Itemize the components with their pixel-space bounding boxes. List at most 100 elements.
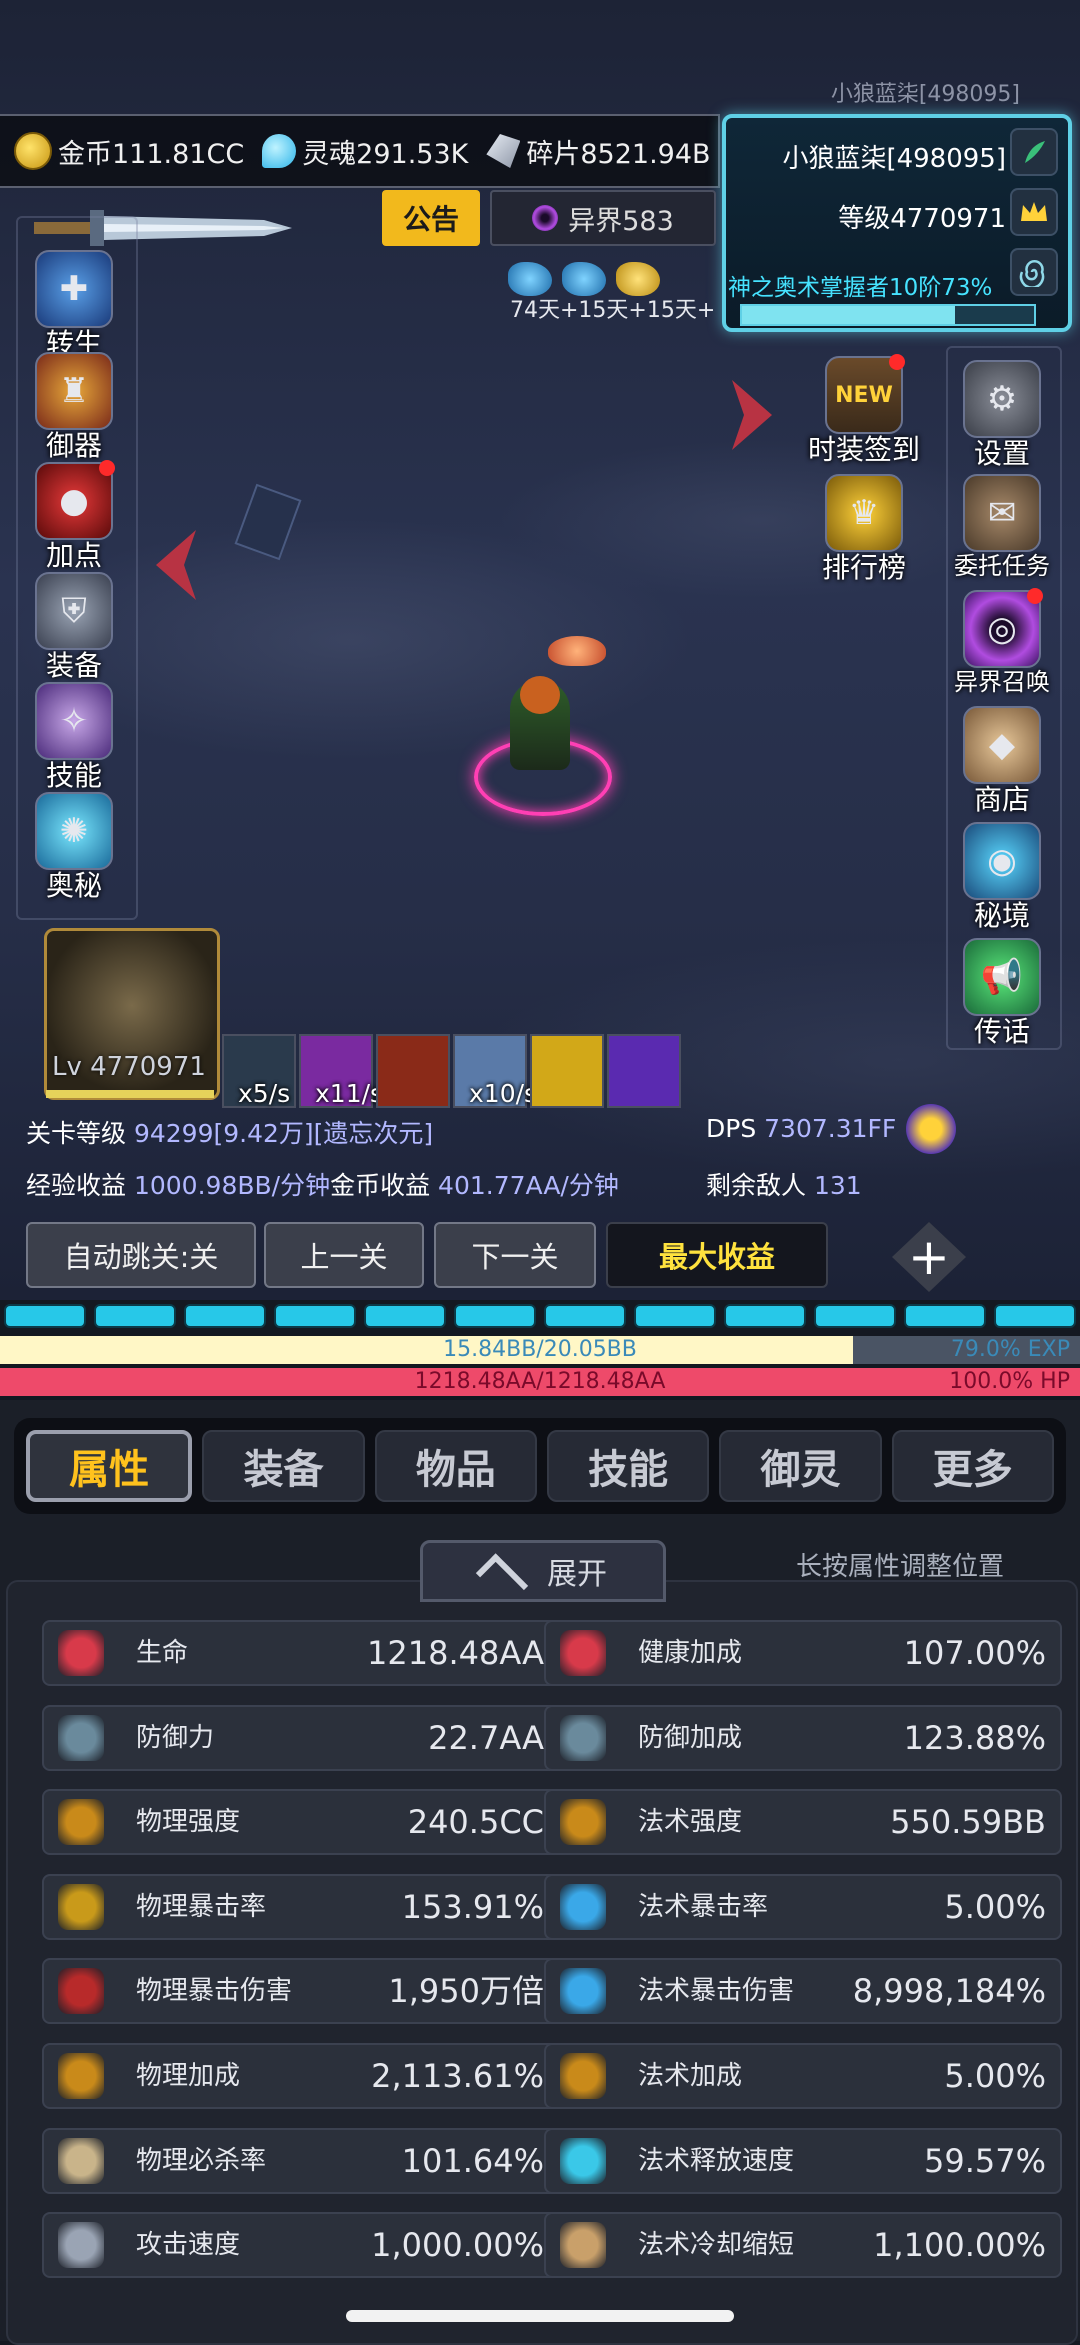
energy-segment [364,1304,446,1328]
prev-stage-button[interactable]: 上一关 [264,1222,424,1288]
menu-skill[interactable]: ✧ 技能 [14,682,134,794]
shield-icon [58,1714,104,1761]
tab-items[interactable]: 物品 [374,1430,537,1502]
menu-leaderboard[interactable]: ♛ 排行榜 [804,474,924,586]
attribute-value: 2,113.61% [371,2057,544,2095]
planet-icon [906,1104,956,1154]
menu-equipment[interactable]: ⛨ 装备 [14,572,134,684]
hp-bar-text: 1218.48AA/1218.48AA [414,1369,666,1394]
tab-equipment[interactable]: 装备 [202,1430,365,1502]
menu-artifact[interactable]: ♜ 御器 [14,352,134,464]
skill-scroll-icon: ✧ [35,682,113,760]
left-attribute-row[interactable]: 生命 1218.48AA [42,1620,560,1686]
otherworld-button[interactable]: 异界583 [490,190,716,246]
right-attribute-row[interactable]: 法术冷却缩短 1,100.00% [544,2212,1062,2279]
skill-1-icon[interactable]: x5/s [222,1034,296,1108]
right-attribute-row[interactable]: 防御加成 123.88% [544,1704,1062,1771]
currency-soul-label: 灵魂291.53K [302,138,469,170]
right-attribute-row[interactable]: 健康加成 107.00% [544,1620,1062,1686]
attribute-name: 物理强度 [136,1807,241,1838]
secret-realm-icon: ◉ [963,822,1041,900]
player-name: 小狼蓝柒[498095] [782,144,1006,174]
expand-button[interactable]: 展开 [420,1540,666,1606]
notice-button[interactable]: 公告 [382,190,480,246]
cooldown-icon [560,2222,606,2269]
attribute-name: 物理必杀率 [136,2145,267,2176]
menu-otherworld-summon[interactable]: ◎ 异界召唤 [942,588,1062,697]
hero-level: Lv 4770971 [52,1052,206,1082]
menu-mystery[interactable]: ✺ 奥秘 [14,792,134,904]
magic-bonus-icon [560,2053,606,2099]
defense-bonus-icon [560,1714,606,1761]
tab-more[interactable]: 更多 [891,1430,1054,1502]
left-attribute-row[interactable]: 物理强度 240.5CC [42,1789,560,1856]
gold-income-value: 401.77AA/分钟 [438,1171,619,1200]
exp-bar-text: 15.84BB/20.05BB [443,1337,637,1362]
attribute-name: 物理加成 [136,2061,241,2091]
currency-shard-label: 碎片8521.94B [526,138,711,170]
right-attribute-row[interactable]: 法术强度 550.59BB [544,1789,1062,1856]
right-attribute-row[interactable]: 法术加成 5.00% [544,2043,1062,2109]
left-attribute-row[interactable]: 物理暴击率 153.91% [42,1873,560,1940]
energy-segment [724,1304,806,1328]
pumpkin-head-icon [520,676,560,714]
skill-6-icon[interactable] [607,1034,681,1108]
remaining-enemies-label: 剩余敌人 [706,1171,807,1200]
tab-spirits[interactable]: 御灵 [719,1430,882,1502]
buff-1-icon [508,262,552,296]
player-panel[interactable]: 小狼蓝柒[498095] 等级4770971 神之奥术掌握者10阶73% [722,114,1072,332]
hero-level-bar [46,1090,214,1098]
next-stage-button[interactable]: 下一关 [434,1222,596,1288]
attribute-name: 健康加成 [638,1638,743,1668]
left-attribute-row[interactable]: 攻击速度 1,000.00% [42,2212,560,2279]
energy-segment [94,1304,176,1328]
soul-icon [262,134,297,168]
dps-value: 7307.31FF [764,1114,897,1143]
notification-dot [1027,588,1043,604]
shard-icon [486,134,521,168]
chevron-up-icon [475,1553,529,1606]
right-attribute-row[interactable]: 法术暴击率 5.00% [544,1873,1062,1940]
attribute-name: 防御加成 [638,1722,743,1753]
attribute-name: 法术强度 [638,1807,743,1838]
skill-4-icon[interactable]: x10/s [453,1034,537,1108]
stage-level-label: 关卡等级 [26,1119,127,1148]
right-attribute-row[interactable]: 法术释放速度 59.57% [544,2127,1062,2194]
portal-icon: ◎ [963,588,1043,668]
menu-settings-label: 设置 [973,437,1030,470]
left-attribute-row[interactable]: 物理加成 2,113.61% [42,2043,560,2109]
left-attribute-row[interactable]: 防御力 22.7AA [42,1704,560,1771]
menu-settings[interactable]: ⚙ 设置 [942,360,1062,472]
left-attribute-row[interactable]: 物理暴击伤害 1,950万倍 [42,1958,560,2025]
physical-crit-rate-icon [58,1883,104,1930]
menu-secret-realm[interactable]: ◉ 秘境 [942,822,1062,934]
attribute-value: 22.7AA [428,1718,544,1757]
attribute-value: 240.5CC [407,1803,544,1842]
energy-segments [0,1304,1080,1328]
right-attribute-row[interactable]: 法术暴击伤害 8,998,184% [544,1958,1062,2025]
tab-attributes[interactable]: 属性 [26,1430,193,1502]
energy-segment [634,1304,716,1328]
menu-megaphone-label: 传话 [973,1015,1030,1048]
menu-costume-signin[interactable]: NEW 时装签到 [804,354,924,468]
pet-bird-icon [548,636,606,666]
left-attribute-row[interactable]: 物理必杀率 101.64% [42,2127,560,2194]
menu-quests[interactable]: ✉ 委托任务 [942,474,1062,581]
attribute-value: 1,100.00% [873,2226,1046,2265]
attribute-name: 法术释放速度 [638,2145,795,2176]
skill-2-icon[interactable]: x11/s [299,1034,383,1108]
auto-skip-toggle[interactable]: 自动跳关:关 [26,1222,256,1288]
physical-power-icon [58,1799,104,1846]
menu-shop-label: 商店 [973,783,1030,816]
currency-shard: 碎片8521.94B [486,132,711,171]
skill-5-icon[interactable] [530,1034,604,1108]
skill-3-icon[interactable] [376,1034,450,1108]
max-income-button[interactable]: 最大收益 [606,1222,828,1288]
menu-rebirth[interactable]: ✚ 转生 [14,250,134,362]
otherworld-label: 异界583 [568,205,674,237]
tab-skills[interactable]: 技能 [546,1430,710,1502]
menu-points[interactable]: ● 加点 [14,460,134,574]
home-indicator[interactable] [346,2310,734,2322]
menu-megaphone[interactable]: 📢 传话 [942,938,1062,1050]
menu-shop[interactable]: ◆ 商店 [942,706,1062,818]
